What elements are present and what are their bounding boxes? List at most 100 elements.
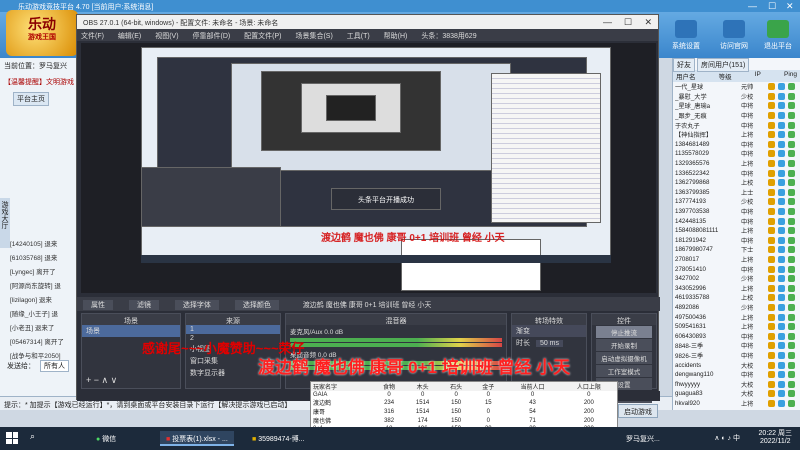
user-row[interactable]: 1397703538 中将 [673, 207, 800, 217]
user-row[interactable]: 1584088081111 上将 [673, 226, 800, 236]
obs-maximize-icon[interactable]: ☐ [624, 17, 632, 28]
user-name: 4892086 [675, 303, 700, 311]
select-color-button[interactable]: 选择颜色 [234, 300, 279, 310]
user-row[interactable]: 1362799868 上校 [673, 178, 800, 188]
transitions-title: 转场特效 [512, 314, 586, 325]
user-row[interactable]: 142448135 中将 [673, 216, 800, 226]
system-tray[interactable]: ∧ ◐ ♪ 中 [714, 433, 740, 443]
user-row[interactable]: 137774193 少校 [673, 197, 800, 207]
user-row[interactable]: 4619335788 上校 [673, 293, 800, 303]
user-row[interactable]: 一代_星球 元帅 [673, 82, 800, 92]
user-row[interactable]: 1363799385 上士 [673, 188, 800, 198]
user-row[interactable]: 1336522342 中将 [673, 168, 800, 178]
filters-button[interactable]: 滤镜 [128, 300, 159, 310]
select-font-button[interactable]: 选择字体 [174, 300, 219, 310]
obs-close-icon[interactable]: ✕ [644, 17, 652, 28]
taskbar-obs[interactable]: ■ 35989474-博... [246, 431, 311, 446]
user-row[interactable]: 2708017 上将 [673, 255, 800, 265]
taskbar-wechat[interactable]: ● 微信 [90, 431, 122, 446]
tab-home[interactable]: 平台主页 [13, 92, 49, 106]
search-icon[interactable]: ⌕ [30, 431, 35, 442]
user-row[interactable]: 181291942 中将 [673, 236, 800, 246]
send-target-select[interactable]: 所有人 [39, 360, 69, 372]
user-row[interactable]: 18679980747 下士 [673, 245, 800, 255]
status-icon [778, 361, 785, 369]
user-row[interactable]: 278051410 中将 [673, 264, 800, 274]
player-name: 渡边鹤 [313, 401, 332, 408]
status-icon [788, 236, 795, 244]
studio-mode-button[interactable]: 工作室模式 [596, 365, 652, 377]
spreadsheet-icon: ■ [166, 436, 171, 443]
menu-scene-collection[interactable]: 场景集合(S) [295, 33, 332, 40]
user-row[interactable]: 8848-三季 中将 [673, 341, 800, 351]
user-name: 9826-三季 [675, 352, 704, 360]
menu-edit[interactable]: 编辑(E) [118, 33, 141, 40]
scene-item[interactable]: 场景 [82, 325, 180, 337]
windows-start-icon[interactable] [6, 432, 18, 444]
transition-select[interactable]: 渐变 [512, 325, 586, 337]
exit-platform-button[interactable]: 退出平台 [756, 20, 800, 51]
user-row[interactable]: _星球_唐瑜a 中将 [673, 101, 800, 111]
status-icon [768, 284, 775, 292]
taskbar-game[interactable]: 罗马复兴... [620, 431, 666, 446]
start-recording-button[interactable]: 开始录制 [596, 339, 652, 351]
user-name: 1135578029 [675, 150, 709, 158]
status-icon [778, 198, 785, 206]
menu-docks[interactable]: 停靠部件(D) [193, 33, 231, 40]
virtual-camera-button[interactable]: 启动虚拟摄像机 [596, 352, 652, 364]
menu-tools[interactable]: 工具(T) [347, 33, 370, 40]
user-row[interactable]: 343052996 上将 [673, 283, 800, 293]
taskbar-clock[interactable]: 20:22 周三 2022/11/2 [759, 430, 792, 446]
user-row[interactable]: 1135578029 中将 [673, 149, 800, 159]
maximize-icon[interactable]: ☐ [768, 1, 776, 12]
user-row[interactable]: 497500436 上将 [673, 312, 800, 322]
visit-website-button[interactable]: 访问官网 [712, 20, 756, 51]
properties-button[interactable]: 属性 [83, 300, 113, 310]
minimize-icon[interactable]: — [748, 1, 757, 11]
user-row[interactable]: fhwyyyyy 大校 [673, 379, 800, 389]
menu-help[interactable]: 帮助(H) [384, 33, 408, 40]
chat-line: [Lyngec] 离开了 [10, 269, 56, 276]
user-name: _跟步_无痕 [675, 113, 707, 121]
chat-log: [14240105] 退来 [61035768] 退来 [Lyngec] 离开了… [10, 236, 78, 362]
menu-view[interactable]: 视图(V) [155, 33, 178, 40]
duration-input[interactable]: 50 ms [535, 340, 564, 347]
user-row[interactable]: _跟步_无痕 中将 [673, 111, 800, 121]
user-row[interactable]: 606430893 中将 [673, 331, 800, 341]
tab-room-users[interactable]: 房间用户(151) [696, 58, 750, 72]
menu-file[interactable]: 文件(F) [81, 33, 104, 40]
menu-profile[interactable]: 配置文件(P) [244, 33, 281, 40]
launch-game-button[interactable]: 启动游戏 [618, 404, 658, 418]
scene-controls[interactable]: + − ∧ ∨ [86, 375, 117, 386]
close-icon[interactable]: ✕ [786, 1, 794, 12]
user-row[interactable]: 1329365576 上将 [673, 159, 800, 169]
taskbar-excel[interactable]: ■ 投票表(1).xlsx - ... [160, 431, 234, 446]
user-row[interactable]: _暴慰_大学 少校 [673, 92, 800, 102]
user-row[interactable]: 1384681489 中将 [673, 140, 800, 150]
user-row[interactable]: 【神仙指挥】 上将 [673, 130, 800, 140]
tab-friends[interactable]: 好友 [673, 58, 695, 72]
user-rank: 上将 [741, 161, 754, 169]
user-row[interactable]: 3427002 少将 [673, 274, 800, 284]
user-row[interactable]: 4892086 少将 [673, 303, 800, 313]
user-row[interactable]: 于农丸子 中将 [673, 120, 800, 130]
user-row[interactable]: 509541631 上将 [673, 322, 800, 332]
status-icon [778, 140, 785, 148]
user-row[interactable]: accidents 大校 [673, 360, 800, 370]
status-icon [778, 217, 785, 225]
obs-preview[interactable]: 头条平台开播成功 渡边鹤 魔也佛 康哥 0+1 培训班 曾经 小天 [81, 43, 656, 293]
status-icon [778, 150, 785, 158]
stop-streaming-button[interactable]: 停止推流 [596, 326, 652, 338]
status-icon [768, 121, 775, 129]
user-row[interactable]: guagua83 大校 [673, 389, 800, 399]
user-row[interactable]: dengwang110 中将 [673, 370, 800, 380]
menu-toutiao[interactable]: 头条：3838用629 [421, 33, 476, 40]
system-settings-button[interactable]: 系统设置 [664, 20, 708, 51]
status-icon [768, 246, 775, 254]
source-item[interactable]: 1 [186, 325, 280, 334]
tab-game-hall[interactable]: 游戏大厅 [0, 198, 10, 248]
user-rank: 大校 [741, 391, 754, 399]
user-row[interactable]: 9826-三季 中将 [673, 351, 800, 361]
obs-minimize-icon[interactable]: — [603, 17, 612, 27]
user-row[interactable]: hkval920 上将 [673, 399, 800, 409]
